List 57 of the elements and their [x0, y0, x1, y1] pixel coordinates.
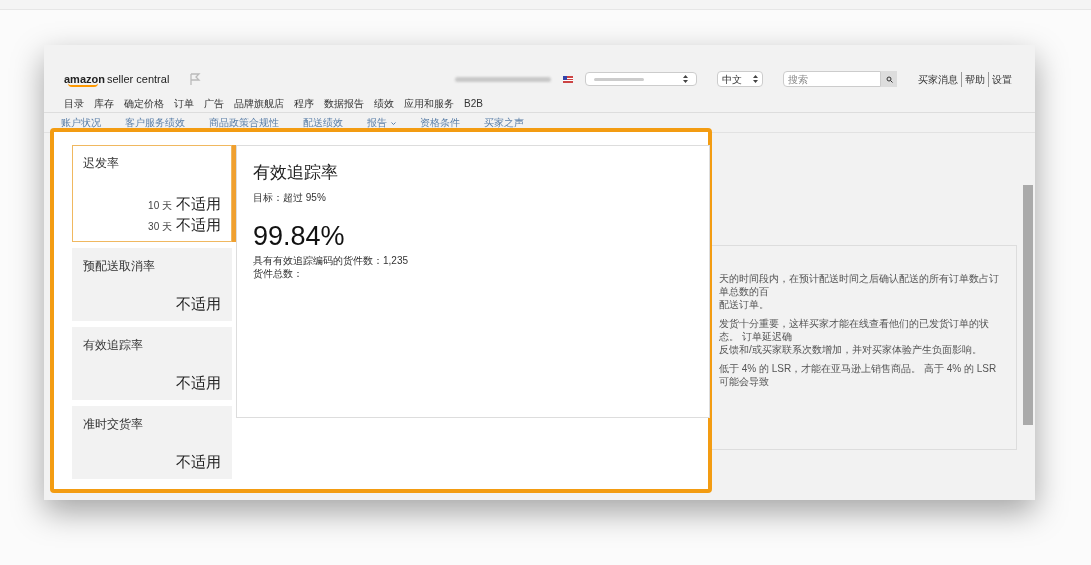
subnav-tab[interactable]: 商品政策合规性 — [209, 115, 279, 130]
header-link[interactable]: 买家消息 — [915, 71, 961, 87]
metric-card[interactable]: 有效追踪率 不适用 — [72, 327, 232, 400]
metric-value: 不适用 — [176, 194, 221, 214]
nav-item[interactable]: 品牌旗舰店 — [234, 96, 284, 111]
metric-value: 不适用 — [176, 294, 221, 314]
metric-value: 不适用 — [176, 373, 221, 393]
period-label: 10 天 — [148, 199, 172, 213]
metric-value: 不适用 — [176, 452, 221, 472]
header-link[interactable]: 设置 — [988, 71, 1015, 87]
subnav-tab[interactable]: 账户状况 — [61, 115, 101, 130]
nav-item[interactable]: 应用和服务 — [404, 96, 454, 111]
card-title: 迟发率 — [83, 155, 120, 172]
metric-card[interactable]: 准时交货率 不适用 — [72, 406, 232, 479]
metric-card[interactable]: 预配送取消率 不适用 — [72, 248, 232, 321]
metric-value: 99.84% — [253, 222, 346, 250]
subnav-tab[interactable]: 资格条件 — [420, 115, 460, 130]
marketplace-select[interactable] — [585, 72, 697, 86]
subnav-tab[interactable]: 客户服务绩效 — [125, 115, 185, 130]
subnav-tab[interactable]: 报告 — [367, 115, 396, 130]
nav-item[interactable]: B2B — [464, 96, 483, 111]
info-text: 反馈和/或买家联系次数增加，并对买家体验产生负面影响。 — [719, 343, 983, 356]
updown-icon — [753, 75, 758, 83]
metric-card[interactable]: 迟发率 10 天 不适用 30 天 不适用 — [72, 145, 232, 242]
card-title: 预配送取消率 — [83, 258, 156, 275]
nav-item[interactable]: 确定价格 — [124, 96, 164, 111]
target-text: 目标：超过 95% — [253, 190, 327, 205]
subnav-tab[interactable]: 买家之声 — [484, 115, 524, 130]
metric-value: 不适用 — [176, 215, 221, 235]
nav-item[interactable]: 绩效 — [374, 96, 394, 111]
info-text: 发货十分重要，这样买家才能在线查看他们的已发货订单的状态。 订单延迟确 — [719, 317, 990, 343]
search-button[interactable] — [881, 71, 897, 87]
info-text: 低于 4% 的 LSR，才能在亚马逊上销售商品。 高于 4% 的 LSR 可能会导致 — [719, 362, 998, 388]
nav-item[interactable]: 程序 — [294, 96, 314, 111]
nav-item[interactable]: 库存 — [94, 96, 114, 111]
detail-text: 货件总数： — [253, 266, 304, 280]
search-field[interactable]: 搜索 — [783, 71, 881, 87]
language-select[interactable]: 中文 — [717, 71, 763, 87]
subnav-tab[interactable]: 配送绩效 — [303, 115, 343, 130]
nav-item[interactable]: 数据报告 — [324, 96, 364, 111]
search-icon — [885, 75, 893, 83]
us-flag-icon — [563, 75, 573, 83]
nav-item[interactable]: 目录 — [64, 96, 84, 111]
card-title: 有效追踪率 — [83, 337, 144, 354]
amazon-logo[interactable]: amazon seller central — [64, 70, 170, 88]
detail-text: 具有有效追踪编码的货件数：1,235 — [253, 253, 410, 267]
flag-icon[interactable] — [189, 72, 202, 86]
card-title: 准时交货率 — [83, 416, 144, 433]
header-link[interactable]: 帮助 — [961, 71, 988, 87]
period-label: 30 天 — [148, 220, 172, 234]
nav-item[interactable]: 广告 — [204, 96, 224, 111]
detail-title: 有效追踪率 — [253, 162, 339, 184]
scrollbar[interactable] — [1023, 185, 1033, 425]
updown-icon — [683, 75, 688, 83]
info-text: 配送订单。 — [719, 298, 770, 311]
nav-item[interactable]: 订单 — [174, 96, 194, 111]
info-text: 天的时间段内，在预计配送时间之后确认配送的所有订单数占订单总数的百 — [719, 272, 1000, 298]
